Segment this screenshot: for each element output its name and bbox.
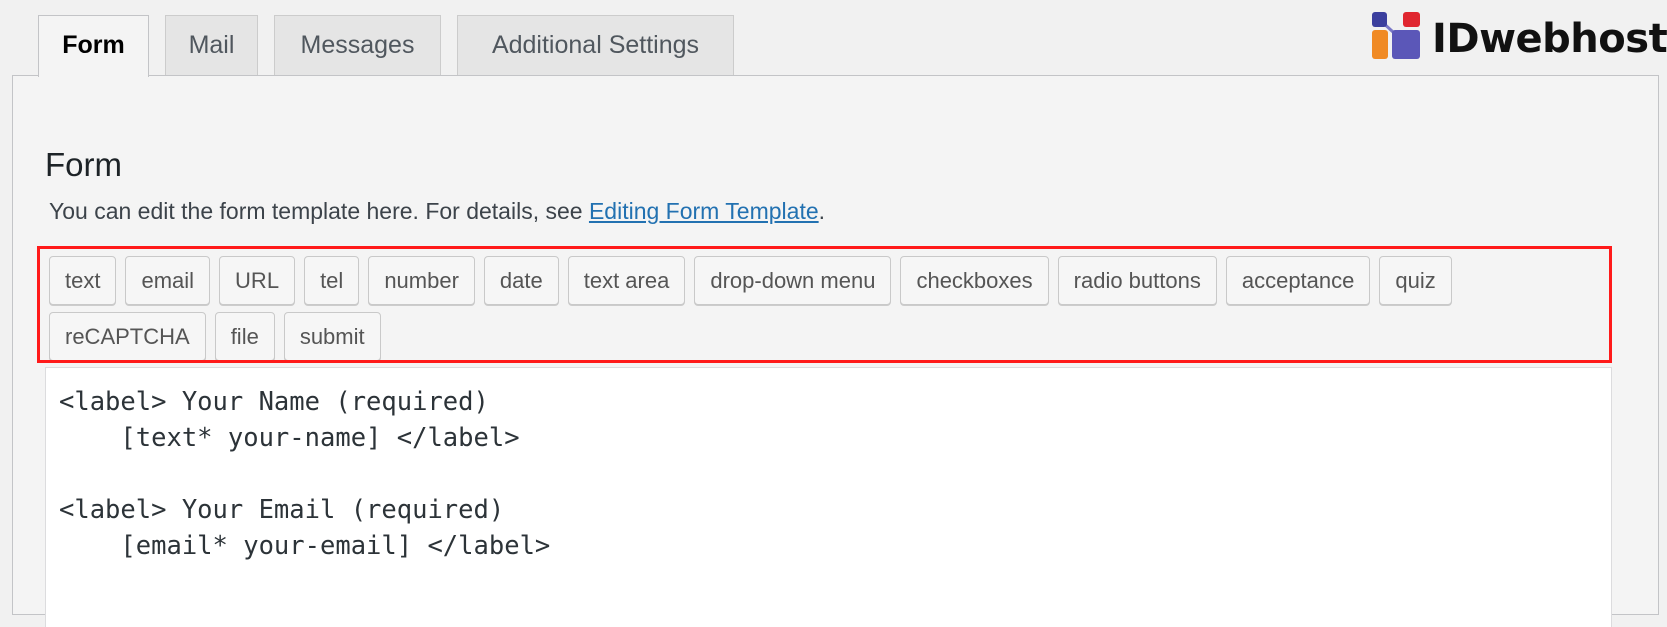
tag-generator-row-2: reCAPTCHA file submit (49, 312, 381, 360)
tag-generator-toolbar: text email URL tel number date text area… (37, 246, 1612, 363)
tab-additional-settings[interactable]: Additional Settings (457, 15, 734, 75)
tag-button-checkboxes[interactable]: checkboxes (900, 256, 1049, 305)
form-panel: Form You can edit the form template here… (12, 75, 1659, 627)
brand-name: IDwebhost (1432, 16, 1667, 62)
tag-button-email[interactable]: email (125, 256, 211, 305)
tag-button-radio-buttons[interactable]: radio buttons (1057, 256, 1217, 305)
tag-button-quiz[interactable]: quiz (1379, 256, 1452, 305)
tag-button-submit[interactable]: submit (283, 312, 381, 360)
tag-generator-row-1: text email URL tel number date text area… (49, 256, 1452, 305)
tag-button-text[interactable]: text (49, 256, 117, 305)
tag-button-acceptance[interactable]: acceptance (1225, 256, 1371, 305)
tag-button-number[interactable]: number (368, 256, 475, 305)
description-text: You can edit the form template here. For… (49, 198, 589, 224)
section-title: Form (45, 146, 122, 183)
form-template-editor[interactable]: <label> Your Name (required) [text* your… (45, 367, 1612, 627)
description-suffix: . (818, 198, 826, 224)
idwebhost-logo-icon (1372, 12, 1420, 59)
tag-button-url[interactable]: URL (219, 256, 296, 305)
tag-button-text-area[interactable]: text area (567, 256, 686, 305)
tab-bar: Form Mail Messages Additional Settings I… (0, 0, 1667, 77)
tag-button-date[interactable]: date (483, 256, 559, 305)
tag-button-tel[interactable]: tel (304, 256, 360, 305)
editing-form-template-link[interactable]: Editing Form Template (589, 198, 819, 224)
tab-messages[interactable]: Messages (274, 15, 441, 75)
tab-form[interactable]: Form (38, 15, 149, 77)
tag-button-recaptcha[interactable]: reCAPTCHA (49, 312, 206, 360)
section-description: You can edit the form template here. For… (49, 198, 825, 225)
tag-button-drop-down-menu[interactable]: drop-down menu (694, 256, 892, 305)
tag-button-file[interactable]: file (214, 312, 275, 360)
tab-mail[interactable]: Mail (165, 15, 258, 75)
